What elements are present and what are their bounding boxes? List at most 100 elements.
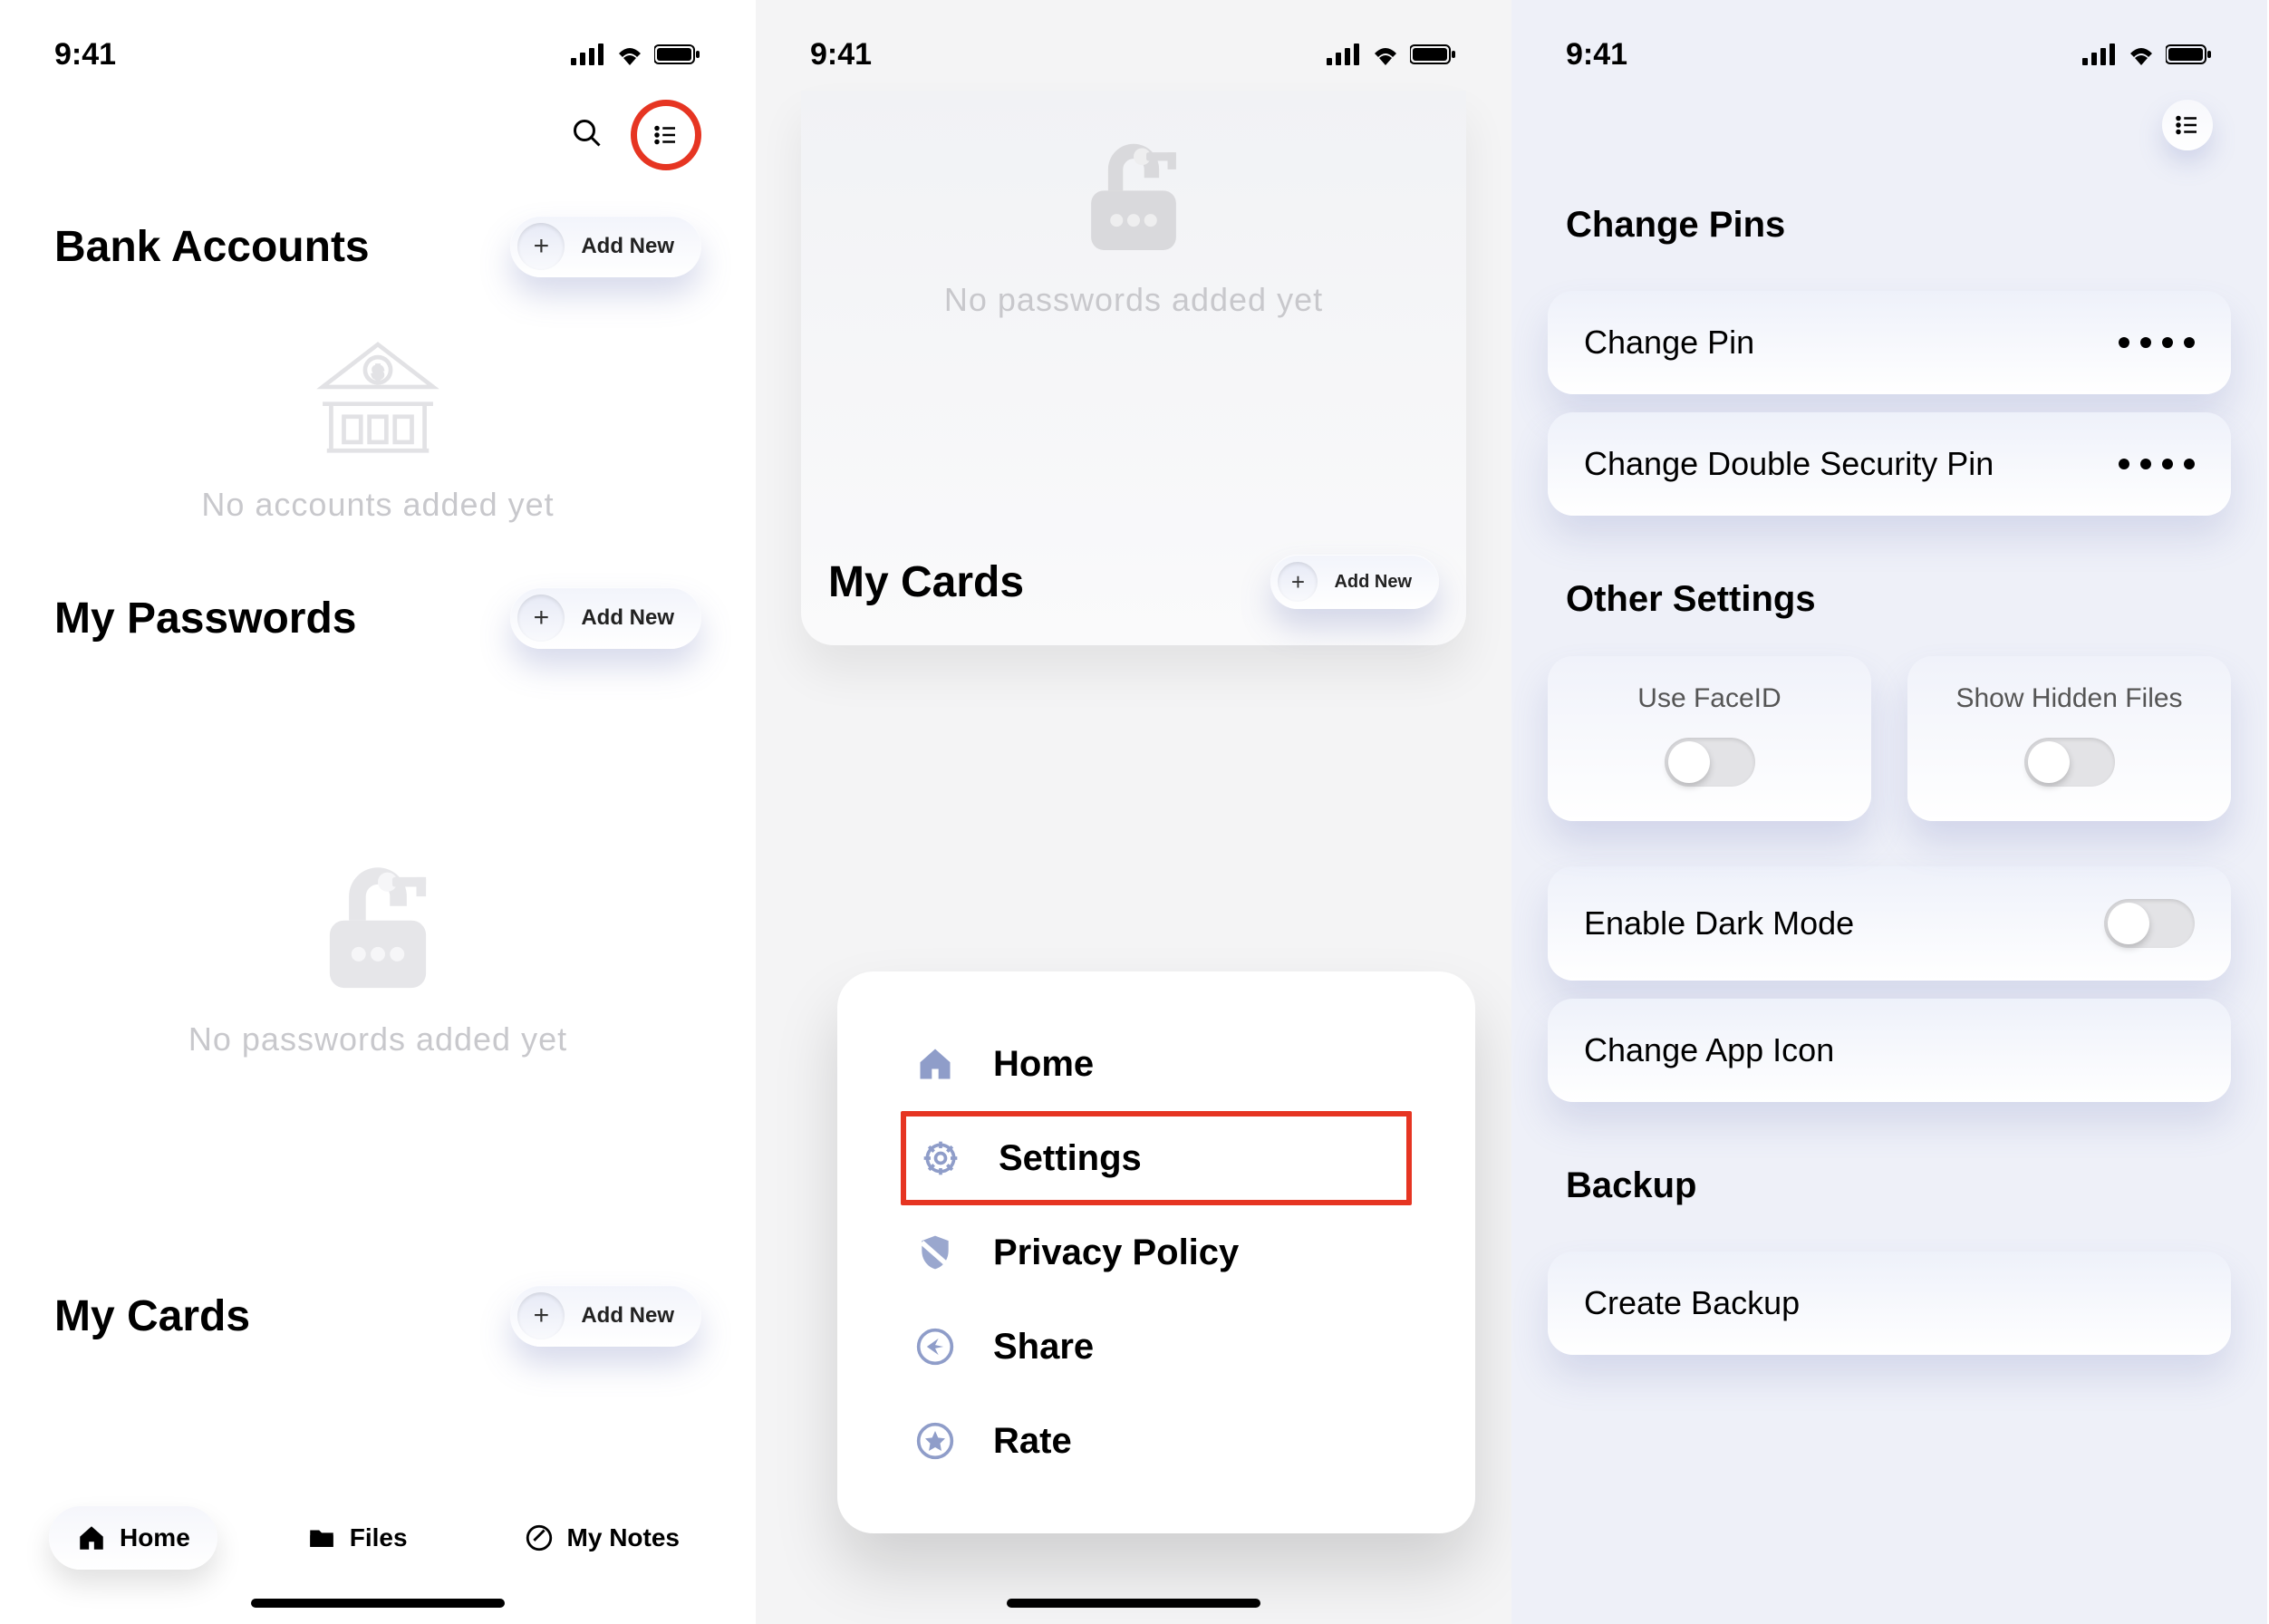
section-change-pins: Change Pins: [1511, 160, 2267, 273]
section-title: My Passwords: [54, 594, 356, 643]
setting-label: Show Hidden Files: [1955, 683, 2182, 714]
status-icons: [1327, 44, 1457, 65]
section-title: My Cards: [54, 1291, 250, 1341]
empty-message: No passwords added yet: [944, 281, 1323, 319]
menu-home[interactable]: Home: [901, 1017, 1412, 1111]
add-card-button[interactable]: + Add New: [510, 1285, 701, 1347]
change-pin-button[interactable]: Change Pin: [1548, 291, 2231, 394]
menu-privacy[interactable]: Privacy Policy: [901, 1205, 1412, 1300]
add-card-button[interactable]: + Add New: [1270, 555, 1439, 609]
section-passwords: My Passwords + Add New: [0, 569, 756, 667]
battery-icon: [654, 44, 701, 65]
menu-panel: Home Settings Privacy Policy Share Rate: [837, 972, 1475, 1533]
menu-share[interactable]: Share: [901, 1300, 1412, 1394]
status-icons: [571, 44, 701, 65]
star-icon: [910, 1416, 961, 1466]
screen-menu-overlay: 9:41 No passwords added yet My Cards + A…: [756, 0, 1511, 1624]
section-title: Bank Accounts: [54, 222, 370, 272]
menu-label: Rate: [993, 1421, 1072, 1462]
empty-message: No accounts added yet: [201, 486, 554, 524]
section-title: My Cards: [828, 557, 1024, 607]
search-button[interactable]: [571, 117, 603, 154]
section-backup: Backup: [1511, 1120, 2267, 1233]
menu-label: Home: [993, 1044, 1094, 1085]
hidden-files-toggle[interactable]: [2024, 738, 2115, 787]
setting-label: Change Double Security Pin: [1584, 445, 1994, 483]
status-bar: 9:41: [756, 0, 1511, 82]
add-label: Add New: [581, 234, 674, 259]
home-indicator: [251, 1599, 505, 1608]
setting-label: Change App Icon: [1584, 1031, 1834, 1069]
svg-text:$: $: [373, 363, 383, 382]
wifi-icon: [1370, 44, 1401, 65]
dark-mode-row: Enable Dark Mode: [1548, 866, 2231, 981]
shield-icon: [910, 1227, 961, 1278]
gear-icon: [915, 1133, 966, 1184]
list-icon: [2174, 111, 2201, 139]
folder-icon: [306, 1522, 337, 1553]
screen-home: 9:41 Bank Accounts + Add New: [0, 0, 756, 1624]
search-icon: [571, 117, 603, 150]
setting-label: Use FaceID: [1637, 683, 1781, 714]
tab-home[interactable]: Home: [49, 1506, 217, 1570]
tab-label: Home: [120, 1523, 190, 1552]
menu-label: Share: [993, 1327, 1094, 1368]
menu-rate[interactable]: Rate: [901, 1394, 1412, 1488]
empty-message: No passwords added yet: [188, 1020, 567, 1058]
menu-button[interactable]: [2162, 100, 2213, 150]
tab-notes[interactable]: My Notes: [497, 1506, 707, 1570]
faceid-toggle[interactable]: [1665, 738, 1755, 787]
home-icon: [910, 1039, 961, 1089]
add-label: Add New: [1334, 572, 1412, 593]
add-label: Add New: [581, 605, 674, 631]
signal-icon: [1327, 44, 1361, 65]
status-time: 9:41: [1566, 37, 1627, 72]
status-icons: [2082, 44, 2213, 65]
menu-label: Settings: [999, 1138, 1142, 1179]
plus-icon: +: [1278, 562, 1318, 602]
bottom-tabbar: Home Files My Notes: [0, 1506, 756, 1570]
setting-label: Create Backup: [1584, 1284, 1800, 1322]
pin-dots-icon: [2119, 459, 2195, 469]
empty-bank-accounts: $ No accounts added yet: [0, 295, 756, 569]
tab-files[interactable]: Files: [279, 1506, 435, 1570]
status-time: 9:41: [810, 37, 872, 72]
change-double-pin-button[interactable]: Change Double Security Pin: [1548, 412, 2231, 516]
home-icon: [76, 1522, 107, 1553]
tab-label: My Notes: [567, 1523, 680, 1552]
notes-icon: [524, 1522, 555, 1553]
change-app-icon-button[interactable]: Change App Icon: [1548, 999, 2231, 1102]
dark-mode-toggle[interactable]: [2104, 899, 2195, 948]
add-label: Add New: [581, 1303, 674, 1329]
hidden-files-card: Show Hidden Files: [1907, 656, 2231, 821]
section-cards: My Cards + Add New: [828, 546, 1439, 609]
setting-label: Change Pin: [1584, 324, 1754, 362]
padlock-icon: [301, 848, 455, 1002]
screen-settings: 9:41 Change Pins Change Pin Change Doubl…: [1511, 0, 2267, 1624]
toolbar: [1511, 82, 2267, 160]
menu-settings[interactable]: Settings: [901, 1111, 1412, 1205]
plus-icon: +: [517, 223, 565, 270]
signal-icon: [571, 44, 605, 65]
plus-icon: +: [517, 594, 565, 642]
bank-icon: $: [310, 332, 446, 468]
padlock-icon: [1066, 127, 1202, 263]
add-password-button[interactable]: + Add New: [510, 587, 701, 649]
menu-button[interactable]: [641, 110, 691, 160]
wifi-icon: [2126, 44, 2157, 65]
highlight-menu-button: [631, 100, 701, 170]
battery-icon: [1410, 44, 1457, 65]
add-bank-account-button[interactable]: + Add New: [510, 216, 701, 277]
tab-label: Files: [350, 1523, 408, 1552]
faceid-card: Use FaceID: [1548, 656, 1871, 821]
battery-icon: [2166, 44, 2213, 65]
passwords-card: No passwords added yet My Cards + Add Ne…: [801, 91, 1466, 645]
pin-dots-icon: [2119, 337, 2195, 348]
status-time: 9:41: [54, 37, 116, 72]
create-backup-button[interactable]: Create Backup: [1548, 1252, 2231, 1355]
status-bar: 9:41: [0, 0, 756, 82]
setting-label: Enable Dark Mode: [1584, 904, 1854, 942]
list-icon: [652, 121, 680, 149]
empty-passwords: No passwords added yet: [0, 667, 756, 1213]
empty-passwords: No passwords added yet: [828, 118, 1439, 364]
